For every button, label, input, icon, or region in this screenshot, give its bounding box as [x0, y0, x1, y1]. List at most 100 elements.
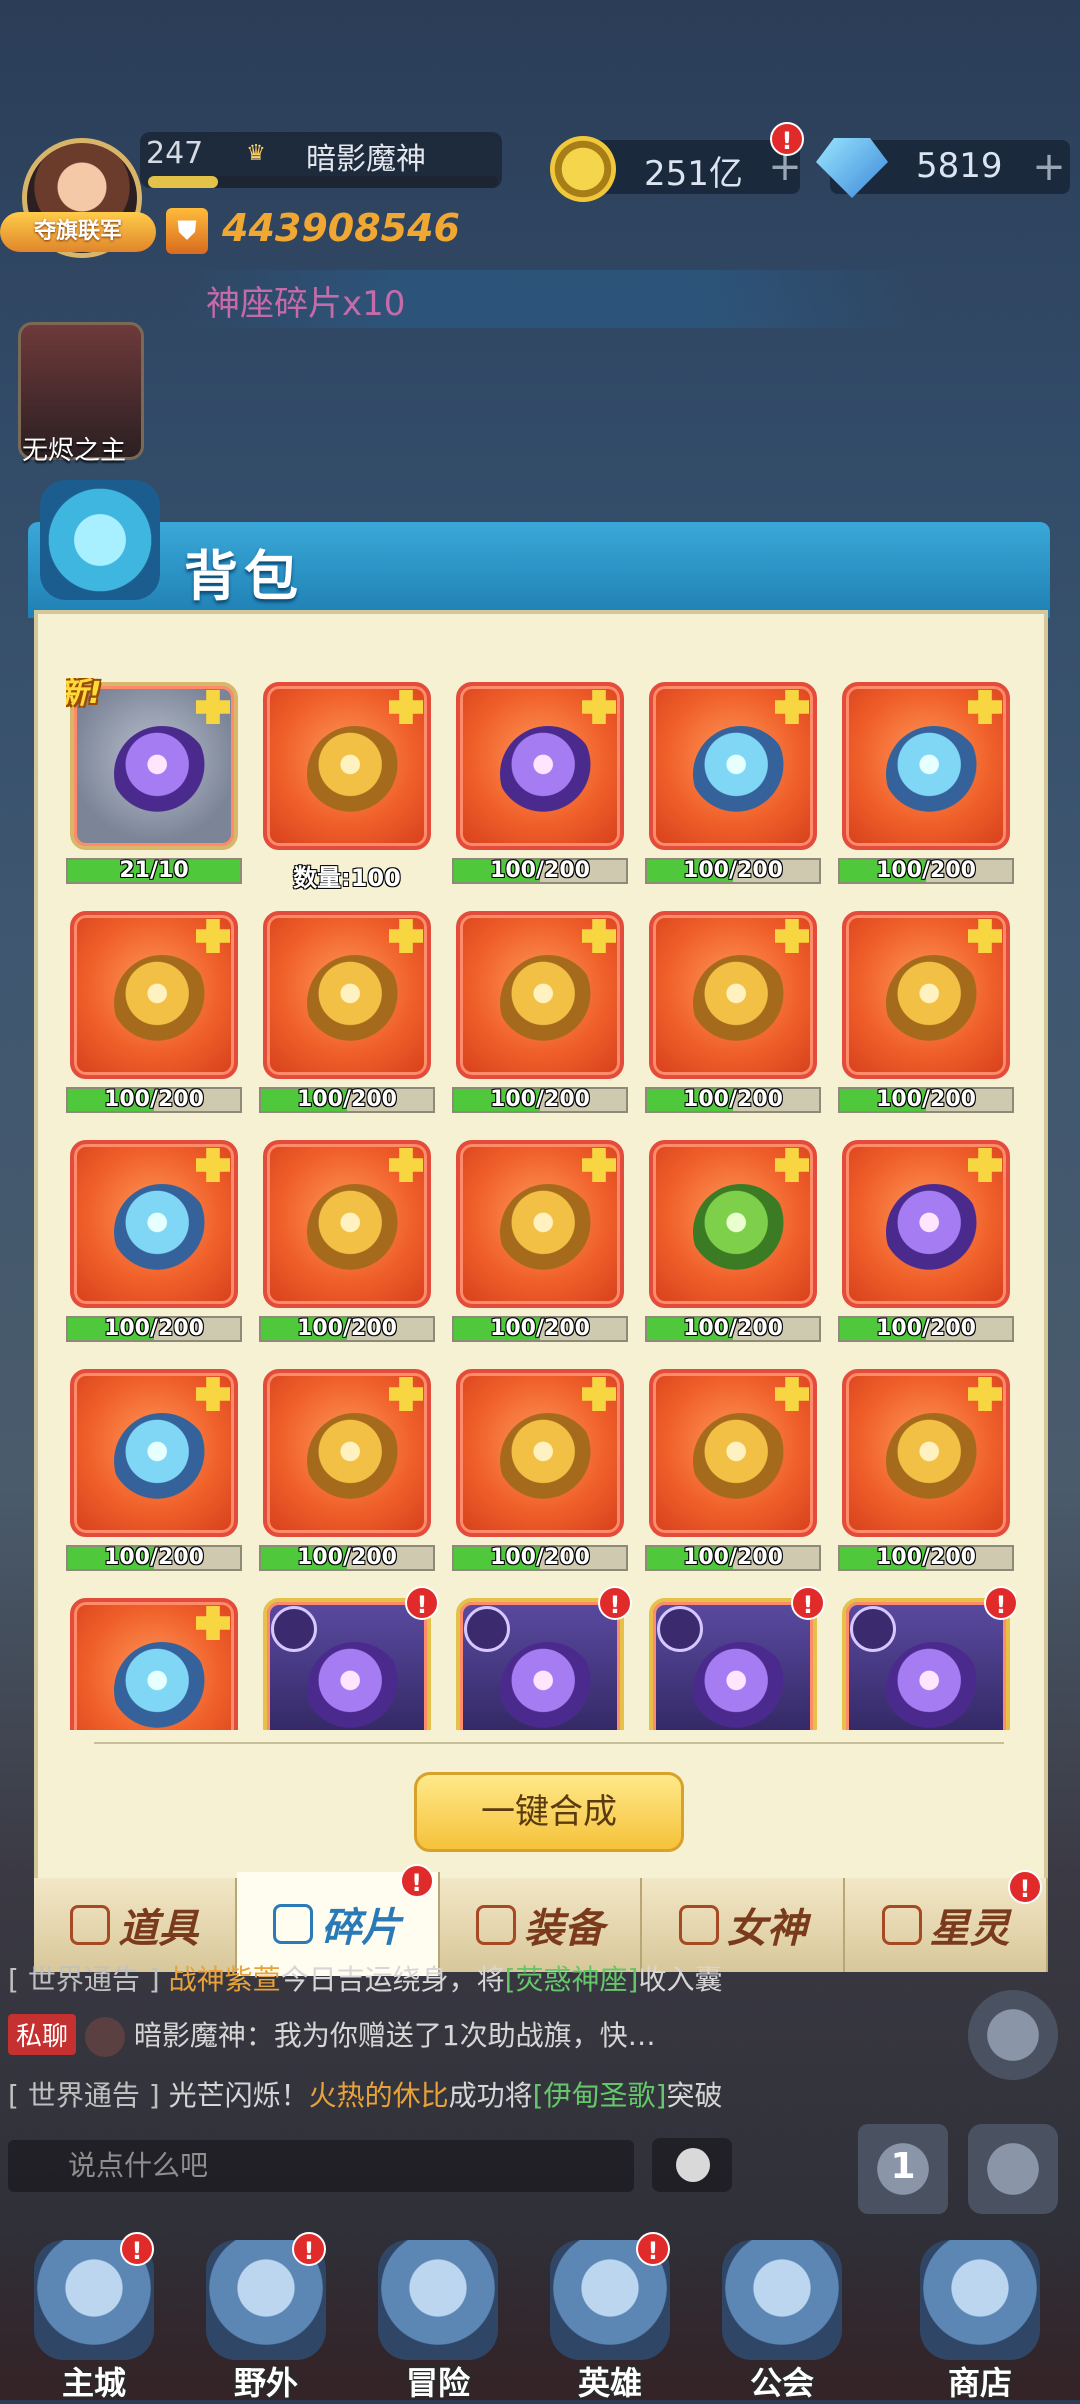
item-progress-text: 100/200	[490, 1545, 590, 1570]
tab-alert-badge: !	[399, 1864, 434, 1898]
item-tile	[842, 1140, 1010, 1308]
nav-label: 公会	[749, 2364, 814, 2402]
item-slot[interactable]: 新! 21/10	[66, 678, 242, 888]
chat-tail: 收入囊	[638, 1963, 723, 1996]
gold-amount: 251亿	[644, 154, 743, 194]
item-art-icon	[307, 726, 403, 822]
hero-class-icon	[271, 1606, 317, 1652]
item-slot[interactable]: 100/200	[259, 1365, 435, 1575]
item-progress-bar: 100/200	[452, 1316, 628, 1342]
item-slot[interactable]: 数量:100	[259, 678, 435, 892]
item-tile	[70, 1598, 238, 1730]
item-grid[interactable]: 新! 21/10 数量:100 100/200 100/200 100/200 100/20…	[66, 678, 1016, 1730]
item-progress-bar: 100/200	[259, 1087, 435, 1113]
chat-line-private[interactable]: 私聊 暗影魔神：我为你赠送了1次助战旗，快…	[8, 2014, 656, 2057]
shard-icon	[273, 1904, 314, 1944]
tab-alert-badge: !	[1007, 1870, 1042, 1904]
item-slot[interactable]: 100/200	[66, 1136, 242, 1346]
chat-line-world-2[interactable]: [ 世界通告 ] 光芒闪烁！火热的休比成功将[伊甸圣歌]突破	[8, 2074, 722, 2114]
item-slot[interactable]: 100/200	[66, 1365, 242, 1575]
chat-text: 今日吉运绕身，将	[280, 1963, 505, 1996]
treasure-chest-icon[interactable]	[968, 2124, 1058, 2214]
item-slot[interactable]: 100/200	[452, 1136, 628, 1346]
nav-heroes[interactable]: 英雄!	[530, 2232, 690, 2402]
item-slot[interactable]: 100/200	[452, 907, 628, 1117]
item-slot[interactable]: 100/200	[645, 1365, 821, 1575]
chat-line-world-1[interactable]: [ 世界通告 ] 战神紫萱今日吉运绕身，将[荧惑神座]收入囊	[8, 1958, 722, 1998]
ranking-icon[interactable]: 1	[858, 2124, 948, 2214]
item-progress-text: 100/200	[297, 1316, 397, 1341]
item-slot[interactable]: 100/200	[645, 907, 821, 1117]
item-tile	[649, 911, 817, 1079]
tab-label: 道具	[118, 1906, 199, 1952]
emoji-button[interactable]	[652, 2138, 732, 2192]
shard-badge-icon	[582, 1148, 616, 1182]
add-diamond-button[interactable]: +	[1032, 147, 1066, 187]
item-progress-text: 100/200	[490, 1087, 590, 1112]
bag-header	[28, 522, 1050, 618]
item-tile	[842, 1369, 1010, 1537]
nav-main-city[interactable]: 主城!	[14, 2232, 174, 2402]
item-slot[interactable]: 100/200	[259, 1136, 435, 1346]
item-tile	[456, 1598, 624, 1730]
item-slot[interactable]	[66, 1594, 242, 1730]
hero-shard-slot[interactable]: !	[645, 1586, 825, 1730]
alliance-tag: 夺旗联军	[0, 212, 156, 252]
item-tile	[842, 1598, 1010, 1730]
item-progress-text: 100/200	[876, 1087, 976, 1112]
hero-shard-slot[interactable]: !	[838, 1586, 1016, 1730]
chat-input[interactable]: 说点什么吧	[8, 2140, 634, 2192]
nav-shop[interactable]: 商店	[900, 2240, 1060, 2402]
item-tile	[649, 682, 817, 850]
one-click-compose-button[interactable]: 一键合成	[414, 1772, 684, 1852]
item-progress-bar: 100/200	[259, 1545, 435, 1571]
hero-portrait-icon	[500, 1642, 596, 1730]
item-slot[interactable]: 100/200	[452, 1365, 628, 1575]
item-slot[interactable]: 100/200	[838, 678, 1014, 888]
nav-label: 冒险	[405, 2364, 470, 2402]
shard-badge-icon	[389, 1148, 423, 1182]
item-slot[interactable]: 100/200	[452, 678, 628, 888]
hero-shard-slot[interactable]: !	[259, 1586, 439, 1730]
item-slot[interactable]: 100/200	[66, 907, 242, 1117]
tab-star-spirit[interactable]: 星灵!	[845, 1870, 1048, 1972]
nav-label: 野外	[233, 2364, 298, 2402]
hero-portrait-icon	[307, 1642, 403, 1730]
exp-fill	[148, 176, 218, 188]
guild-icon	[722, 2240, 842, 2360]
item-progress-bar: 100/200	[838, 1316, 1014, 1342]
item-progress-text: 21/10	[119, 858, 189, 883]
chat-text: 成功将	[448, 2079, 533, 2112]
item-slot[interactable]: 100/200	[838, 1365, 1014, 1575]
player-name: 暗影魔神	[306, 142, 426, 177]
hero-shard-slot[interactable]: !	[452, 1586, 632, 1730]
shard-badge-icon	[582, 919, 616, 953]
item-art-icon	[114, 726, 210, 822]
shard-badge-icon	[196, 690, 230, 724]
item-progress-text: 100/200	[490, 1316, 590, 1341]
nav-label: 商店	[947, 2364, 1012, 2402]
item-art-icon	[114, 1184, 210, 1280]
item-slot[interactable]: 100/200	[259, 907, 435, 1117]
item-tile	[842, 911, 1010, 1079]
ranking-number: 1	[890, 2146, 916, 2187]
item-progress-bar: 100/200	[452, 1087, 628, 1113]
nav-wilderness[interactable]: 野外!	[186, 2232, 346, 2402]
item-tile	[263, 1140, 431, 1308]
item-slot[interactable]: 100/200	[645, 678, 821, 888]
chat-channel: [ 世界通告 ]	[8, 1963, 160, 1996]
item-slot[interactable]: 100/200	[645, 1136, 821, 1346]
item-slot[interactable]: 100/200	[838, 907, 1014, 1117]
tab-label: 女神	[726, 1906, 807, 1952]
chat-text: 我为你赠送了1次助战旗，快…	[273, 2019, 656, 2052]
item-progress-bar: 100/200	[838, 858, 1014, 884]
chat-player: 战神紫萱	[168, 1963, 281, 1996]
item-progress-bar: 100/200	[645, 858, 821, 884]
gold-alert-badge: !	[770, 122, 804, 156]
item-slot[interactable]: 100/200	[838, 1136, 1014, 1346]
nav-guild[interactable]: 公会	[702, 2240, 862, 2402]
item-art-icon	[886, 726, 982, 822]
nav-adventure[interactable]: 冒险	[358, 2240, 518, 2402]
friends-icon[interactable]	[968, 1990, 1058, 2080]
item-art-icon	[307, 1413, 403, 1509]
